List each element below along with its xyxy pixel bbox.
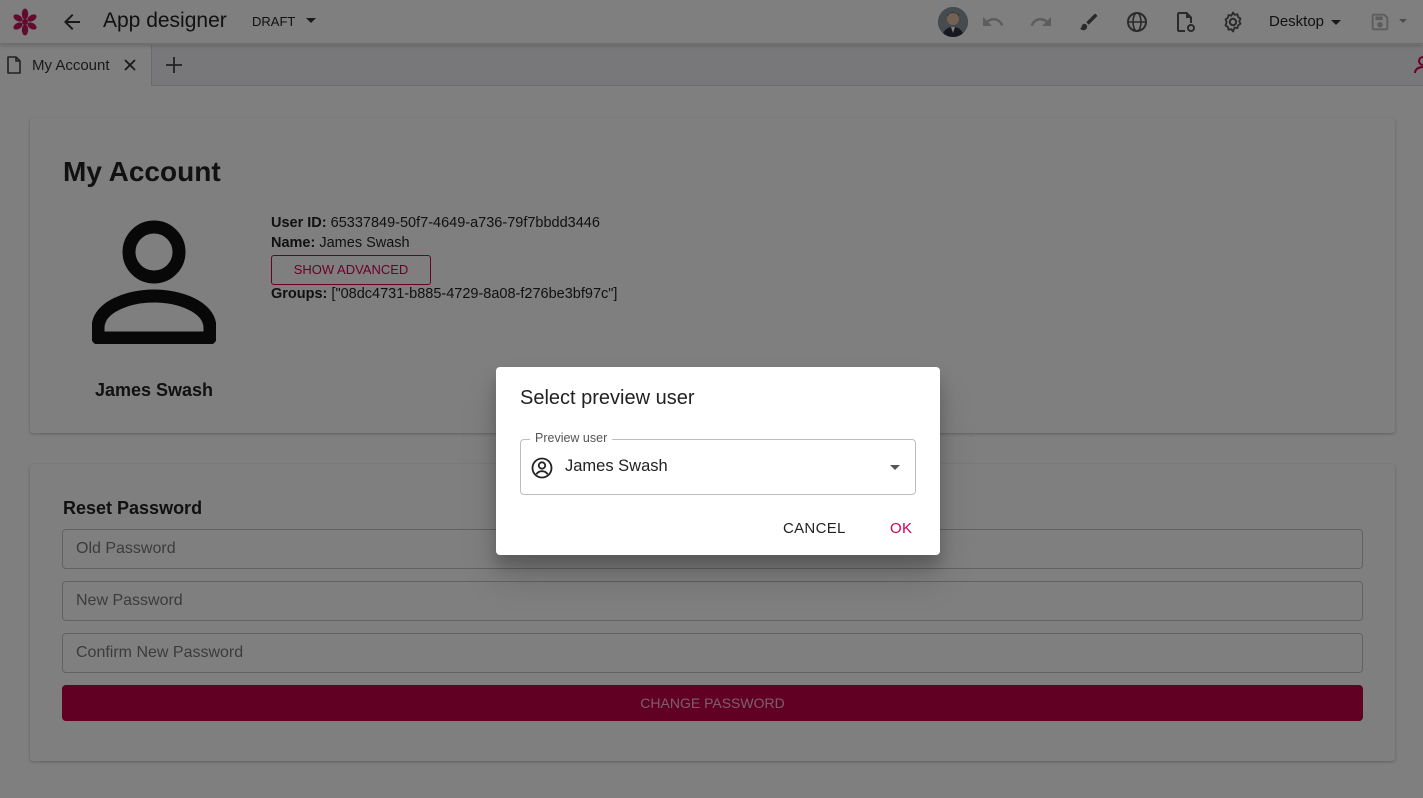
preview-user-label: Preview user — [530, 431, 613, 445]
select-preview-user-dialog: Select preview user Preview user James S… — [496, 367, 940, 555]
preview-user-select[interactable]: Preview user James Swash — [520, 431, 916, 495]
chevron-down-icon[interactable] — [890, 465, 900, 470]
dialog-title: Select preview user — [520, 387, 695, 409]
selected-user-value: James Swash — [565, 457, 668, 475]
ok-button[interactable]: OK — [890, 520, 912, 537]
account-circle-icon — [530, 456, 554, 485]
cancel-button[interactable]: CANCEL — [783, 520, 846, 537]
